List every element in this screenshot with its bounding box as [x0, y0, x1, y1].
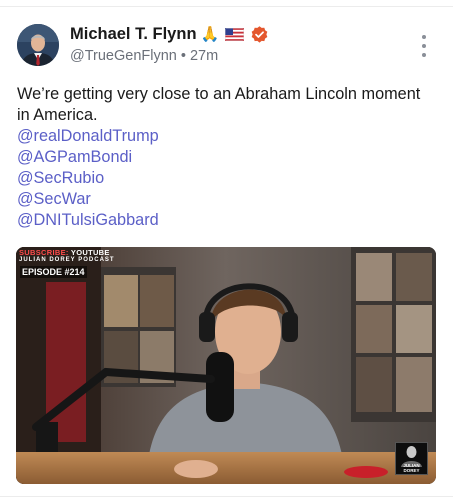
author-meta-row: @TrueGenFlynn • 27m — [70, 48, 218, 64]
post-body: We’re getting very close to an Abraham L… — [17, 84, 437, 231]
separator-dot: • — [180, 48, 186, 64]
kebab-dot — [422, 44, 426, 48]
mention-link[interactable]: @AGPamBondi — [17, 147, 437, 168]
post-timestamp[interactable]: 27m — [190, 48, 218, 64]
mention-link[interactable]: @SecWar — [17, 189, 437, 210]
folded-hands-emoji-icon: 🙏 — [200, 26, 220, 43]
author-handle[interactable]: @TrueGenFlynn — [70, 48, 177, 64]
youtube-label: YOUTUBE — [70, 248, 110, 257]
mention-link[interactable]: @DNITulsiGabbard — [17, 210, 437, 231]
post-text: We’re getting very close to an Abraham L… — [17, 85, 421, 124]
mention-link[interactable]: @SecRubio — [17, 168, 437, 189]
kebab-dot — [422, 53, 426, 57]
verified-badge-icon — [251, 26, 268, 43]
kebab-dot — [422, 35, 426, 39]
subscribe-overlay-text: SUBSCRIBE: YOUTUBE — [19, 248, 110, 257]
more-options-icon[interactable] — [415, 35, 433, 57]
podcast-logo-text: JULIAN DOREY — [403, 463, 420, 473]
episode-overlay-text: EPISODE #214 — [20, 266, 87, 278]
us-flag-icon — [225, 28, 245, 41]
top-divider — [0, 6, 453, 7]
video-scene — [16, 247, 436, 484]
author-name-row: Michael T. Flynn 🙏 — [70, 25, 269, 44]
bottom-divider — [0, 496, 453, 497]
mention-link[interactable]: @realDonaldTrump — [17, 126, 437, 147]
video-thumbnail[interactable]: SUBSCRIBE: YOUTUBE JULIAN DOREY PODCAST … — [16, 247, 436, 484]
avatar[interactable] — [17, 24, 59, 66]
subscribe-label: SUBSCRIBE: — [19, 248, 69, 257]
author-display-name[interactable]: Michael T. Flynn — [70, 25, 197, 44]
podcast-overlay-text: JULIAN DOREY PODCAST — [19, 257, 115, 263]
podcast-logo-icon: JULIAN DOREY — [395, 442, 428, 475]
